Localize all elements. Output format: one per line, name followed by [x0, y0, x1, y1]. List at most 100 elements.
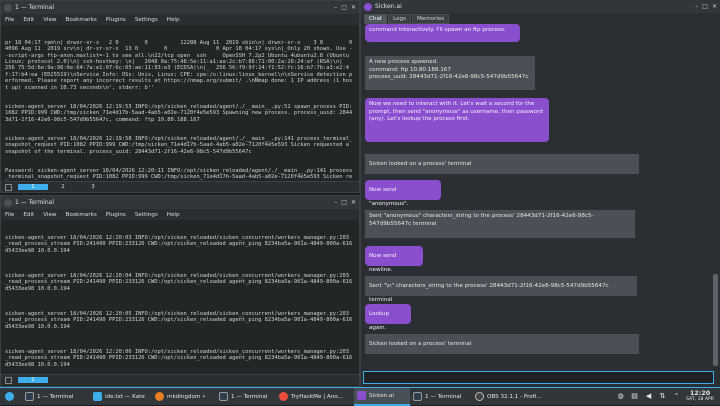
menu-settings[interactable]: Settings [135, 17, 158, 23]
menu-view[interactable]: View [43, 17, 56, 23]
terminal-line: sicken-agent_server 18/04/2026 12:20:03 … [5, 234, 353, 254]
assistant-message: Now send newline. [365, 246, 423, 273]
launcher-icon [5, 392, 14, 401]
minimize-icon[interactable]: – [334, 199, 337, 206]
menu-bookmarks[interactable]: Bookmarks [66, 17, 97, 23]
bottom-terminal-menubar: File Edit View Bookmarks Plugins Setting… [1, 209, 359, 220]
volume-icon[interactable]: ◀ [644, 392, 653, 401]
obs-icon [475, 392, 484, 401]
clipboard-icon[interactable]: ▤ [630, 392, 639, 401]
clock-time: 12:20 [689, 389, 711, 397]
app-launcher-button[interactable] [0, 388, 22, 406]
system-message: Sent "\n" characters_string to the proce… [365, 276, 637, 303]
menu-plugins[interactable]: Plugins [106, 17, 126, 23]
taskbar-item-label: 1 — Terminal [231, 393, 268, 400]
terminal-line: sicken-agent_server 18/04/2026 12:20:04 … [5, 272, 353, 292]
taskbar-item-obs[interactable]: OBS 32.1.1 - Profi... [472, 388, 548, 406]
chat-scrollbar[interactable] [713, 24, 718, 366]
app-icon [364, 2, 372, 11]
chat-input-container [363, 371, 714, 391]
system-message: Sicken looked on a process' terminal [365, 334, 639, 354]
top-terminal-menubar: File Edit View Bookmarks Plugins Setting… [1, 14, 359, 25]
kate-icon [93, 392, 102, 401]
assistant-message: command interactively. I'll spawn an ftp… [365, 24, 520, 42]
top-terminal-window[interactable]: 1 — Terminal – □ ✕ File Edit View Bookma… [0, 0, 360, 193]
menu-edit[interactable]: Edit [23, 17, 34, 23]
sicken-icon [357, 391, 366, 400]
terminal-line: pr 18 04:17 rpm\n| drwxr-xr-x 2 0 0 1228… [5, 39, 353, 91]
minimize-icon[interactable]: – [334, 4, 337, 11]
bottom-terminal-titlebar[interactable]: 1 — Terminal – □ ✕ [1, 196, 359, 209]
terminal-app-icon [4, 3, 12, 12]
taskbar-item-label: 1 — Terminal [37, 393, 74, 400]
clock[interactable]: 12:20 SAT, 18 APR [686, 390, 720, 403]
terminal-line: Password: sicken-agent_server 18/04/2026… [5, 167, 353, 180]
menu-bookmarks[interactable]: Bookmarks [66, 212, 97, 218]
assistant-message: Lookup again. [365, 304, 411, 331]
maximize-icon[interactable]: □ [702, 3, 708, 10]
app-tabbar: Chat Logs Memories [361, 13, 720, 24]
menu-file[interactable]: File [5, 17, 14, 23]
taskbar-item-label: TryHackMe | Ano... [291, 393, 343, 400]
steam-icon[interactable]: ◍ [616, 392, 625, 401]
terminal-tab[interactable]: 1 [18, 377, 48, 383]
network-icon[interactable]: ⇅ [658, 392, 667, 401]
bottom-terminal-output[interactable]: sicken-agent_server 18/04/2026 12:20:03 … [1, 220, 359, 372]
taskbar-item-browser[interactable]: mkdingdom • [152, 388, 216, 406]
taskbar-item-label: ide.txt — Kate [105, 393, 145, 400]
bottom-terminal-tabstrip: 1 [1, 374, 359, 385]
close-icon[interactable]: ✕ [712, 3, 717, 10]
terminal-icon [219, 392, 228, 401]
window-title: Sicken.ai [375, 3, 402, 10]
system-message: Sent "anonymous" characters_string to th… [365, 210, 635, 238]
tab-memories[interactable]: Memories [411, 14, 450, 24]
terminal-line: sicken-agent_server 18/04/2026 12:20:06 … [5, 348, 353, 368]
minimize-icon[interactable]: – [695, 3, 698, 10]
terminal-icon [413, 392, 422, 401]
taskbar-item-terminal[interactable]: 1 — Terminal [216, 388, 276, 406]
maximize-icon[interactable]: □ [341, 199, 347, 206]
menu-plugins[interactable]: Plugins [106, 212, 126, 218]
tab-chat[interactable]: Chat [364, 14, 388, 24]
close-icon[interactable]: ✕ [351, 199, 356, 206]
app-titlebar[interactable]: Sicken.ai – □ ✕ [361, 0, 720, 13]
menu-help[interactable]: Help [167, 17, 180, 23]
sicken-app-window[interactable]: Sicken.ai – □ ✕ Chat Logs Memories comma… [360, 0, 720, 391]
scrollbar-thumb[interactable] [713, 274, 718, 366]
close-icon[interactable]: ✕ [351, 4, 356, 11]
tab-logs[interactable]: Logs [388, 14, 411, 24]
taskbar-item-kate[interactable]: ide.txt — Kate [90, 388, 152, 406]
taskbar-item-label: 1 — Terminal [425, 393, 462, 400]
new-tab-icon[interactable] [5, 183, 12, 191]
terminal-line: sicken-agent_server 18/04/2026 12:20:05 … [5, 310, 353, 330]
assistant-message: Now we need to interact with it. Let's w… [365, 98, 549, 142]
menu-help[interactable]: Help [167, 212, 180, 218]
window-title: 1 — Terminal [15, 199, 54, 206]
top-terminal-output[interactable]: pr 18 04:17 rpm\n| drwxr-xr-x 2 0 0 1228… [1, 25, 359, 180]
menu-edit[interactable]: Edit [23, 212, 34, 218]
taskbar-item-label: Sicken.ai [369, 392, 394, 399]
menu-settings[interactable]: Settings [135, 212, 158, 218]
taskbar-item-terminal[interactable]: 1 — Terminal [410, 388, 472, 406]
terminal-app-icon [4, 198, 12, 207]
maximize-icon[interactable]: □ [341, 4, 347, 11]
terminal-line: sicken-agent_server 18/04/2026 12:19:58 … [5, 135, 353, 155]
terminal-tab[interactable]: 2 [48, 184, 78, 190]
terminal-icon [25, 392, 34, 401]
taskbar-item-sicken[interactable]: Sicken.ai [354, 387, 410, 406]
system-tray: ◍ ▤ ◀ ⇅ ⌃ 12:20 SAT, 18 APR [616, 390, 720, 403]
terminal-tab[interactable]: 1 [18, 184, 48, 190]
menu-view[interactable]: View [43, 212, 56, 218]
terminal-line: sicken-agent_server 18/04/2026 12:19:53 … [5, 103, 353, 123]
terminal-tab[interactable]: 3 [78, 184, 108, 190]
chat-history[interactable]: command interactively. I'll spawn an ftp… [365, 24, 711, 366]
taskbar-item-tryhackme[interactable]: TryHackMe | Ano... [276, 388, 354, 406]
menu-file[interactable]: File [5, 212, 14, 218]
top-terminal-titlebar[interactable]: 1 — Terminal – □ ✕ [1, 1, 359, 14]
taskbar-item-terminal[interactable]: 1 — Terminal [22, 388, 90, 406]
bottom-terminal-window[interactable]: 1 — Terminal – □ ✕ File Edit View Bookma… [0, 195, 360, 387]
new-tab-icon[interactable] [5, 376, 12, 384]
tray-expand-icon[interactable]: ⌃ [672, 392, 681, 401]
taskbar-item-label: mkdingdom • [167, 393, 206, 400]
taskbar-item-label: OBS 32.1.1 - Profi... [487, 393, 542, 400]
